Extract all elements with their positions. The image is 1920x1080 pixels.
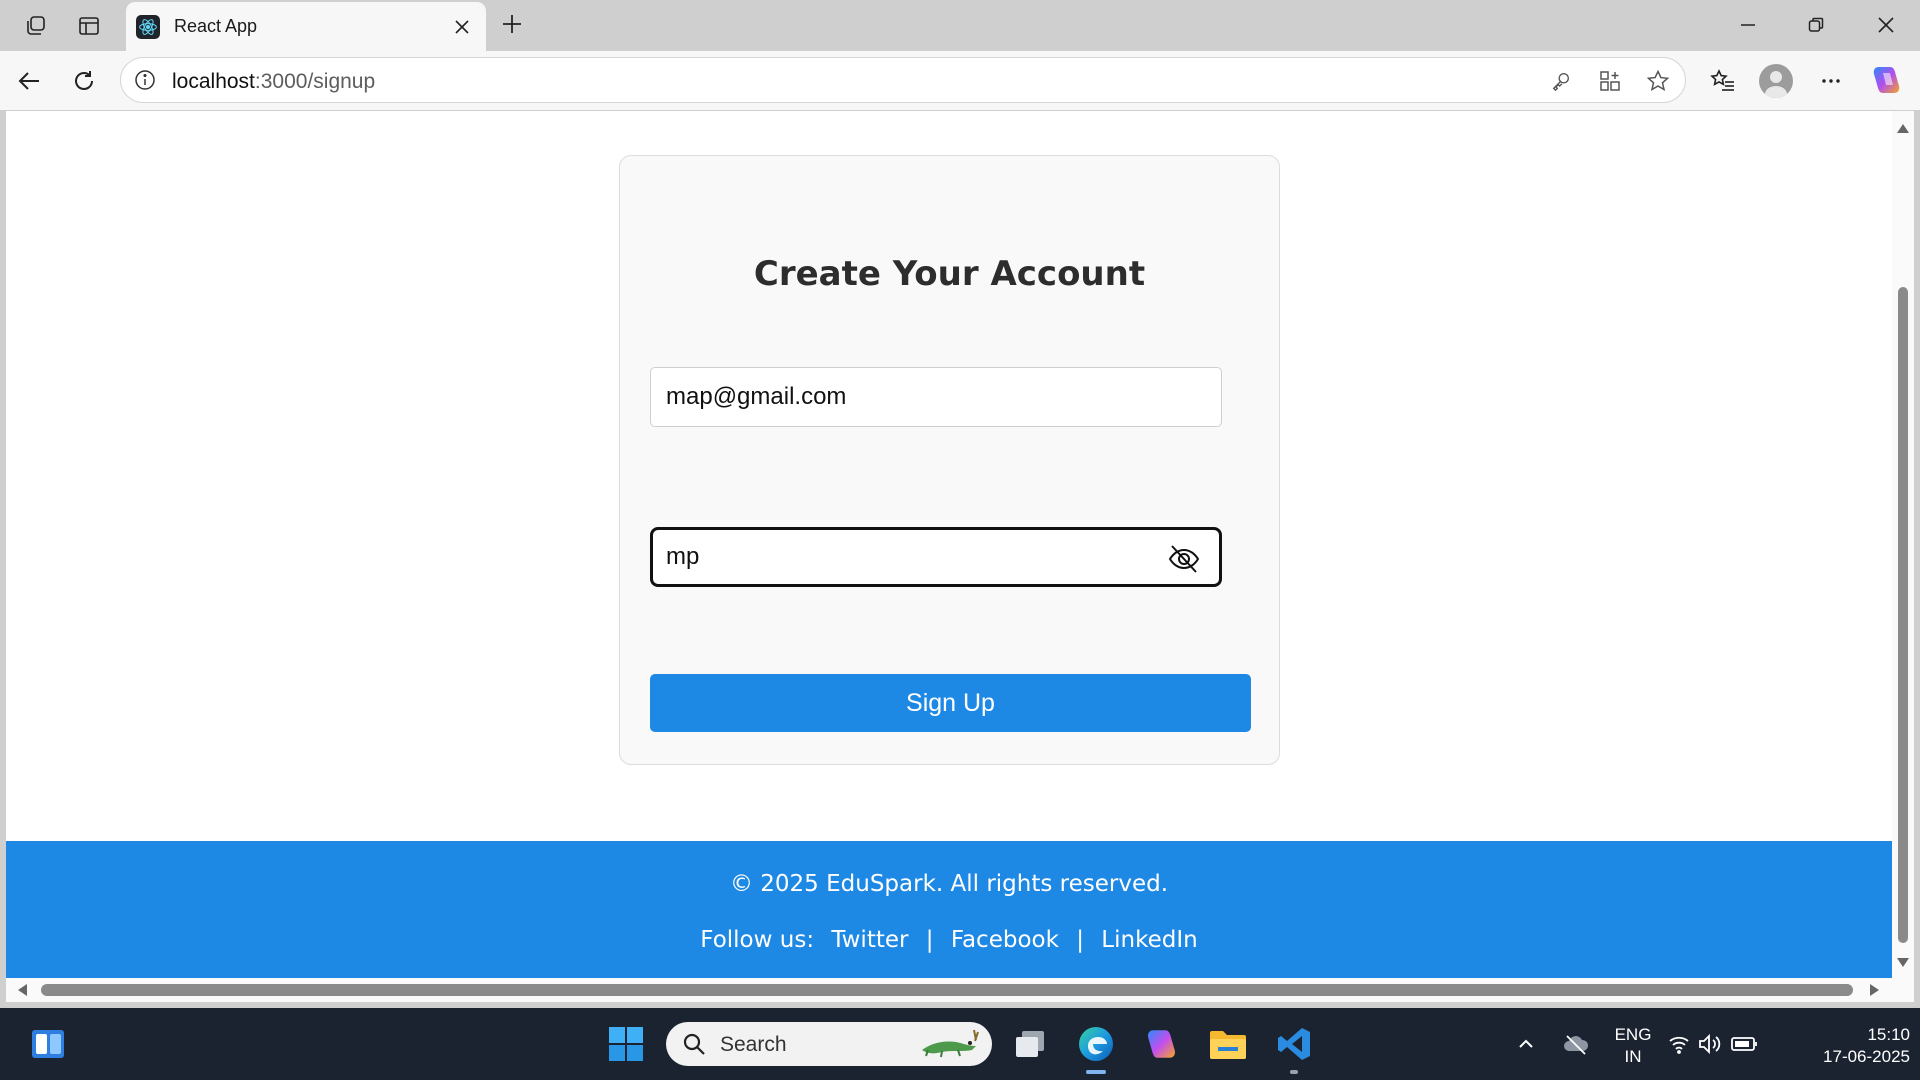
- vertical-scrollbar[interactable]: [1892, 111, 1914, 978]
- facebook-link[interactable]: Facebook: [951, 927, 1059, 953]
- language-indicator[interactable]: ENG IN: [1610, 1024, 1656, 1068]
- browser-toolbar: localhost:3000/signup: [0, 51, 1920, 110]
- browser-tab[interactable]: React App: [126, 2, 486, 51]
- active-app-indicator: [1086, 1070, 1106, 1074]
- taskbar: Search ENG IN 15:10 17-06-2025: [0, 1008, 1920, 1080]
- file-explorer-icon[interactable]: [1206, 1022, 1250, 1066]
- scroll-down-icon[interactable]: [1897, 958, 1909, 967]
- language-label: ENG: [1614, 1025, 1652, 1044]
- minimize-icon[interactable]: [1724, 8, 1772, 42]
- start-windows-icon[interactable]: [604, 1022, 648, 1066]
- horizontal-scroll-thumb[interactable]: [41, 984, 1853, 996]
- signup-button[interactable]: Sign Up: [650, 674, 1251, 732]
- search-highlight-image: [922, 1029, 979, 1058]
- twitter-link[interactable]: Twitter: [831, 927, 908, 953]
- running-app-indicator: [1290, 1070, 1298, 1074]
- horizontal-scrollbar[interactable]: [6, 978, 1914, 1002]
- address-bar[interactable]: localhost:3000/signup: [120, 57, 1686, 103]
- site-footer: © 2025 EduSpark. All rights reserved. Fo…: [6, 841, 1892, 978]
- more-options-icon[interactable]: [1814, 64, 1848, 98]
- scroll-up-icon[interactable]: [1897, 124, 1909, 133]
- link-separator: |: [925, 927, 934, 953]
- task-view-icon[interactable]: [1008, 1022, 1052, 1066]
- eye-slash-icon[interactable]: [1167, 542, 1201, 576]
- email-value: map@gmail.com: [666, 383, 847, 410]
- add-app-icon[interactable]: [1597, 68, 1623, 94]
- vscode-icon[interactable]: [1272, 1022, 1316, 1066]
- search-placeholder: Search: [720, 1033, 787, 1056]
- password-value: mp: [666, 543, 700, 570]
- browser-titlebar: React App: [0, 0, 1920, 51]
- signup-card: Create Your Account map@gmail.com mp Sig…: [619, 155, 1280, 765]
- vertical-scroll-thumb[interactable]: [1898, 287, 1908, 943]
- workspaces-icon[interactable]: [20, 10, 52, 42]
- onedrive-offline-icon[interactable]: [1554, 1022, 1598, 1066]
- system-tray[interactable]: [1666, 1022, 1766, 1066]
- region-label: IN: [1624, 1047, 1642, 1066]
- wifi-volume-battery-icon: [1669, 1033, 1757, 1055]
- linkedin-link[interactable]: LinkedIn: [1101, 927, 1197, 953]
- email-field[interactable]: map@gmail.com: [650, 367, 1222, 427]
- link-separator: |: [1076, 927, 1084, 953]
- favorite-star-icon[interactable]: [1645, 68, 1671, 94]
- clock-date: 17-06-2025: [1823, 1047, 1910, 1066]
- vertical-tabs-icon[interactable]: [73, 10, 105, 42]
- react-logo-icon: [136, 14, 160, 39]
- taskbar-search[interactable]: Search: [666, 1022, 992, 1066]
- favorites-list-icon[interactable]: [1706, 64, 1740, 98]
- close-window-icon[interactable]: [1862, 8, 1910, 42]
- page-title: Create Your Account: [753, 254, 1146, 294]
- follow-label: Follow us:: [700, 927, 815, 953]
- new-tab-icon[interactable]: [498, 10, 526, 38]
- clock[interactable]: 15:10 17-06-2025: [1790, 1024, 1910, 1068]
- url-path: :3000/signup: [254, 70, 376, 93]
- widgets-icon[interactable]: [26, 1022, 70, 1066]
- url-text[interactable]: localhost:3000/signup: [172, 70, 375, 94]
- copilot-app-icon[interactable]: [1140, 1022, 1184, 1066]
- url-host: localhost: [172, 70, 255, 93]
- footer-follow: Follow us: Twitter | Facebook | LinkedIn: [6, 927, 1892, 953]
- clock-time: 15:10: [1867, 1025, 1910, 1044]
- back-icon[interactable]: [12, 64, 46, 98]
- scroll-left-icon[interactable]: [18, 984, 27, 996]
- scroll-right-icon[interactable]: [1870, 984, 1879, 996]
- password-field[interactable]: mp: [650, 527, 1222, 587]
- tab-title: React App: [174, 16, 258, 36]
- page-viewport: Create Your Account map@gmail.com mp Sig…: [6, 111, 1892, 978]
- profile-avatar[interactable]: [1759, 64, 1793, 98]
- refresh-icon[interactable]: [67, 64, 101, 98]
- site-info-icon[interactable]: [133, 68, 157, 92]
- copilot-icon[interactable]: [1870, 63, 1904, 97]
- restore-icon[interactable]: [1792, 8, 1840, 42]
- password-key-icon[interactable]: [1548, 68, 1574, 94]
- show-hidden-icons-icon[interactable]: [1504, 1022, 1548, 1066]
- edge-browser-icon[interactable]: [1074, 1022, 1118, 1066]
- close-tab-icon[interactable]: [448, 13, 476, 41]
- search-icon: [683, 1033, 705, 1055]
- footer-copyright: © 2025 EduSpark. All rights reserved.: [729, 871, 1169, 897]
